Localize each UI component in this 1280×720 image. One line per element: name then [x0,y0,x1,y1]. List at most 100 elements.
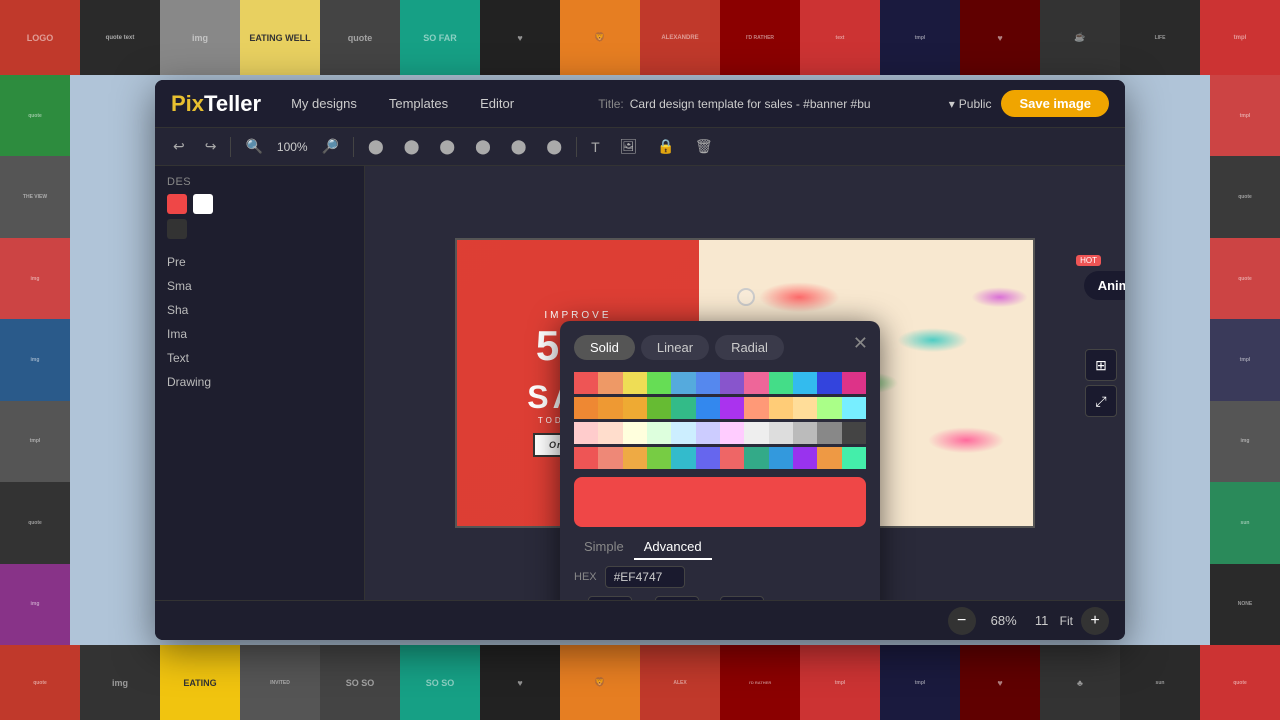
panel-item-smart[interactable]: Sma [155,274,364,298]
palette-cell[interactable] [696,422,720,444]
align-right-icon[interactable]: ⬤ [433,134,461,159]
simple-mode-tab[interactable]: Simple [574,535,634,560]
bg-cell: SO SO [400,645,480,720]
bottom-bar: − 68% 11 Fit + [155,600,1125,640]
palette-cell[interactable] [574,372,598,394]
hex-input[interactable] [605,566,685,588]
color-swatch-red[interactable] [167,194,187,214]
app-toolbar: ↩ ↪ 🔍 100% 🔎 ⬤ ⬤ ⬤ ⬤ ⬤ ⬤ T 🖼 🔒 🗑 [155,128,1125,166]
palette-cell[interactable] [793,372,817,394]
nav-editor[interactable]: Editor [474,92,520,115]
close-button[interactable]: ✕ [853,333,868,354]
palette-cell[interactable] [744,447,768,469]
nav-templates[interactable]: Templates [383,92,454,115]
fit-button[interactable]: Fit [1060,614,1073,628]
transform-handle[interactable] [737,288,755,306]
app-main: Des Pre Sma Sha Ima Text Drawing [155,166,1125,600]
palette-cell[interactable] [769,422,793,444]
align-middle-icon[interactable]: ⬤ [505,134,533,159]
palette-cell[interactable] [793,447,817,469]
palette-cell[interactable] [647,422,671,444]
align-center-icon[interactable]: ⬤ [398,134,426,159]
zoom-out-icon[interactable]: 🔎 [316,134,345,159]
palette-cell[interactable] [842,397,866,419]
palette-cell[interactable] [623,397,647,419]
palette-cell[interactable] [769,447,793,469]
resize-button[interactable]: ⤢ [1085,385,1117,417]
b-input[interactable] [720,596,764,600]
palette-cell[interactable] [574,422,598,444]
palette-cell[interactable] [720,397,744,419]
zoom-in-button[interactable]: + [1081,607,1109,635]
palette-cell[interactable] [817,372,841,394]
palette-cell[interactable] [647,372,671,394]
expand-button[interactable]: ⊞ [1085,349,1117,381]
palette-cell[interactable] [817,447,841,469]
undo-icon[interactable]: ↩ [167,134,191,159]
palette-cell[interactable] [671,372,695,394]
palette-cell[interactable] [744,397,768,419]
palette-cell[interactable] [769,397,793,419]
save-image-button[interactable]: Save image [1001,90,1109,117]
align-top-icon[interactable]: ⬤ [469,134,497,159]
panel-item-drawing[interactable]: Drawing [155,370,364,394]
palette-cell[interactable] [647,447,671,469]
palette-cell[interactable] [696,372,720,394]
text-icon[interactable]: T [585,135,606,159]
panel-item-text[interactable]: Text [155,346,364,370]
palette-cell[interactable] [574,447,598,469]
align-left-icon[interactable]: ⬤ [362,134,390,159]
visibility-button[interactable]: ▾ Public [949,97,992,111]
palette-cell[interactable] [671,422,695,444]
logo-teller: Teller [204,91,261,117]
palette-cell[interactable] [720,372,744,394]
palette-cell[interactable] [842,422,866,444]
palette-cell[interactable] [623,447,647,469]
align-bottom-icon[interactable]: ⬤ [540,134,568,159]
panel-item-image[interactable]: Ima [155,322,364,346]
palette-cell[interactable] [817,397,841,419]
palette-cell[interactable] [598,397,622,419]
palette-cell[interactable] [720,422,744,444]
palette-cell[interactable] [769,372,793,394]
color-swatch-dark[interactable] [167,219,187,239]
rgb-b-field: B: [707,596,764,600]
palette-cell[interactable] [647,397,671,419]
redo-icon[interactable]: ↪ [199,134,223,159]
palette-cell[interactable] [842,372,866,394]
image-icon[interactable]: 🖼 [614,134,644,159]
palette-cell[interactable] [598,372,622,394]
palette-cell[interactable] [744,372,768,394]
palette-cell[interactable] [671,397,695,419]
color-swatch-white[interactable] [193,194,213,214]
delete-icon[interactable]: 🗑 [689,134,719,159]
panel-item-preset[interactable]: Pre [155,250,364,274]
palette-cell[interactable] [793,397,817,419]
palette-cell[interactable] [696,397,720,419]
palette-cell[interactable] [598,447,622,469]
gradient-linear-tab[interactable]: Linear [641,335,709,360]
palette-cell[interactable] [720,447,744,469]
palette-cell[interactable] [842,447,866,469]
animate-button[interactable]: Animate [1084,271,1125,300]
palette-cell[interactable] [671,447,695,469]
palette-cell[interactable] [793,422,817,444]
color-picker-overlay: Solid Linear Radial ✕ [560,321,880,600]
nav-my-designs[interactable]: My designs [285,92,363,115]
gradient-radial-tab[interactable]: Radial [715,335,784,360]
zoom-out-button[interactable]: − [948,607,976,635]
panel-item-shape[interactable]: Sha [155,298,364,322]
g-input[interactable] [655,596,699,600]
palette-cell[interactable] [574,397,598,419]
palette-cell[interactable] [623,422,647,444]
r-input[interactable] [588,596,632,600]
lock-icon[interactable]: 🔒 [651,134,680,159]
palette-cell[interactable] [744,422,768,444]
palette-cell[interactable] [598,422,622,444]
gradient-solid-tab[interactable]: Solid [574,335,635,360]
palette-cell[interactable] [696,447,720,469]
palette-cell[interactable] [817,422,841,444]
advanced-mode-tab[interactable]: Advanced [634,535,712,560]
palette-cell[interactable] [623,372,647,394]
zoom-in-icon[interactable]: 🔍 [239,134,268,159]
